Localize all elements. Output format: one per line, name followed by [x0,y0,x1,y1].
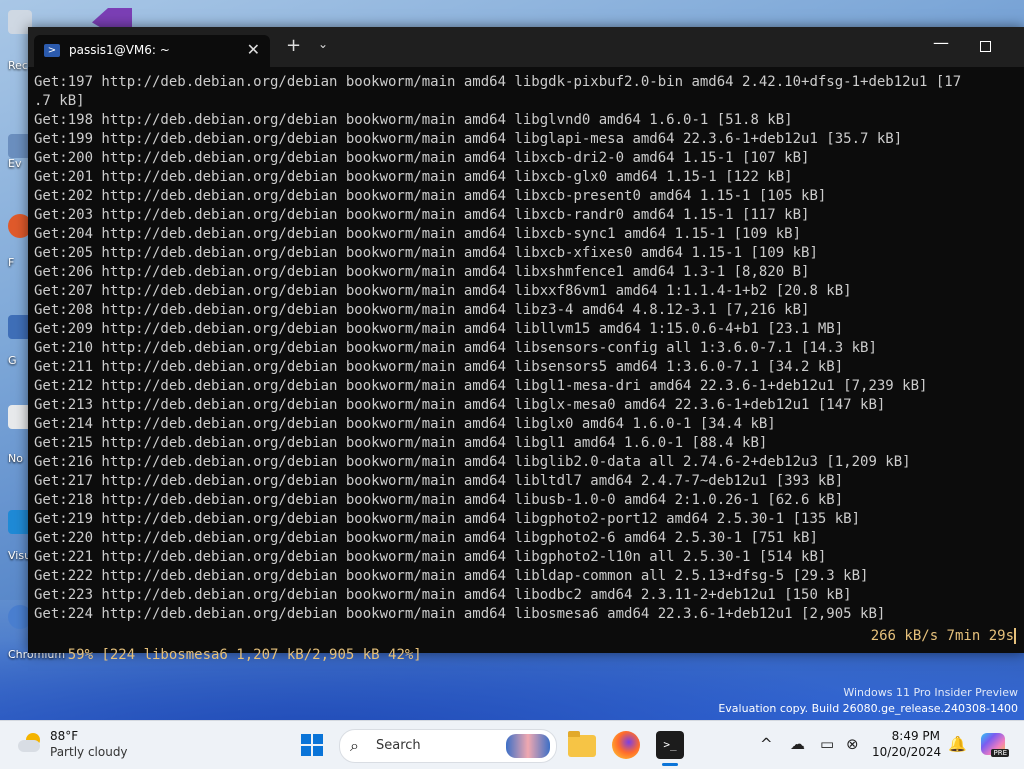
terminal-line: Get:220 http://deb.debian.org/debian boo… [34,530,818,546]
weather-icon[interactable] [18,733,42,753]
terminal-output[interactable]: Get:197 http://deb.debian.org/debian boo… [34,73,1024,651]
clock-time[interactable]: 8:49 PM [880,729,940,743]
watermark-line2: Evaluation copy. Build 26080.ge_release.… [718,702,1018,715]
terminal-window[interactable]: > passis1@VM6: ~ ✕ + ⌄ — Get:197 http://… [28,27,1024,663]
progress-rate: 266 kB/s 7min 29s [870,628,1014,644]
search-placeholder: Search [376,738,421,753]
clock-date[interactable]: 10/20/2024 [872,745,941,759]
terminal-line: Get:198 http://deb.debian.org/debian boo… [34,112,793,128]
terminal-line: Get:217 http://deb.debian.org/debian boo… [34,473,844,489]
close-tab-icon[interactable]: ✕ [247,40,260,59]
file-explorer-icon[interactable] [568,731,596,757]
terminal-line: Get:215 http://deb.debian.org/debian boo… [34,435,768,451]
taskbar: 88°F Partly cloudy ⌕ Search >_ ^ ☁ ▭ ⊗ 8… [0,720,1024,769]
watermark-line1: Windows 11 Pro Insider Preview [843,686,1018,699]
active-app-indicator [662,763,678,766]
progress-right: 266 kB/s 7min 29s [871,627,1016,646]
terminal-line: Get:204 http://deb.debian.org/debian boo… [34,226,802,242]
copilot-badge: PRE [991,749,1009,757]
maximize-button[interactable] [980,41,991,52]
terminal-line: Get:224 http://deb.debian.org/debian boo… [34,606,886,622]
desktop-icon-label: G [8,354,17,367]
desktop-icon-label: Ev [8,157,22,170]
title-bar[interactable]: > passis1@VM6: ~ ✕ + ⌄ — [28,27,1024,67]
search-box[interactable]: ⌕ Search [339,729,557,763]
weather-description[interactable]: Partly cloudy [50,745,128,759]
text-cursor [1014,628,1016,644]
terminal-line: Get:218 http://deb.debian.org/debian boo… [34,492,844,508]
new-tab-button[interactable]: + [286,35,301,56]
terminal-line: Get:209 http://deb.debian.org/debian boo… [34,321,844,337]
show-hidden-icons-chevron[interactable]: ^ [760,735,773,753]
volume-icon[interactable]: ⊗ [846,735,859,753]
network-icon[interactable]: ☁ [790,735,805,753]
terminal-line: Get:201 http://deb.debian.org/debian boo… [34,169,793,185]
terminal-line: Get:222 http://deb.debian.org/debian boo… [34,568,869,584]
notification-bell-icon[interactable]: 🔔 [948,735,967,753]
terminal-line: Get:211 http://deb.debian.org/debian boo… [34,359,844,375]
desktop-icon-label: F [8,256,15,269]
terminal-line: Get:197 http://deb.debian.org/debian boo… [34,74,962,90]
terminal-line: Get:212 http://deb.debian.org/debian boo… [34,378,928,394]
terminal-line: Get:223 http://deb.debian.org/debian boo… [34,587,852,603]
search-highlight-image [506,734,550,758]
terminal-line: Get:202 http://deb.debian.org/debian boo… [34,188,827,204]
desktop-icon-label: No [8,452,23,465]
display-icon[interactable]: ▭ [820,735,834,753]
terminal-line: Get:199 http://deb.debian.org/debian boo… [34,131,903,147]
powershell-icon: > [44,44,60,57]
terminal-line: Get:221 http://deb.debian.org/debian boo… [34,549,827,565]
copilot-icon[interactable]: PRE [981,733,1009,757]
terminal-line: Get:210 http://deb.debian.org/debian boo… [34,340,877,356]
minimize-button[interactable]: — [933,33,949,52]
terminal-line: Get:214 http://deb.debian.org/debian boo… [34,416,776,432]
search-icon: ⌕ [350,736,359,755]
terminal-app-icon[interactable]: >_ [656,731,684,759]
weather-temperature[interactable]: 88°F [50,729,78,743]
terminal-line: Get:213 http://deb.debian.org/debian boo… [34,397,886,413]
terminal-line: Get:200 http://deb.debian.org/debian boo… [34,150,810,166]
progress-left: 59% [224 libosmesa6 1,207 kB/2,905 kB 42… [67,647,422,663]
terminal-line: Get:219 http://deb.debian.org/debian boo… [34,511,861,527]
progress-status-line: 59% [224 libosmesa6 1,207 kB/2,905 kB 42… [34,627,1016,663]
terminal-line: Get:208 http://deb.debian.org/debian boo… [34,302,810,318]
tab-title: passis1@VM6: ~ [69,43,170,57]
terminal-line: Get:205 http://deb.debian.org/debian boo… [34,245,818,261]
terminal-line: Get:203 http://deb.debian.org/debian boo… [34,207,810,223]
chevron-down-icon[interactable]: ⌄ [318,37,328,51]
terminal-tab[interactable]: > passis1@VM6: ~ ✕ [34,35,270,67]
terminal-line: .7 kB] [34,93,85,109]
desktop-icon-label: Rec [8,59,28,72]
firefox-icon[interactable] [612,731,640,759]
terminal-line: Get:207 http://deb.debian.org/debian boo… [34,283,852,299]
terminal-line: Get:206 http://deb.debian.org/debian boo… [34,264,810,280]
start-button[interactable] [301,734,323,756]
terminal-line: Get:216 http://deb.debian.org/debian boo… [34,454,911,470]
